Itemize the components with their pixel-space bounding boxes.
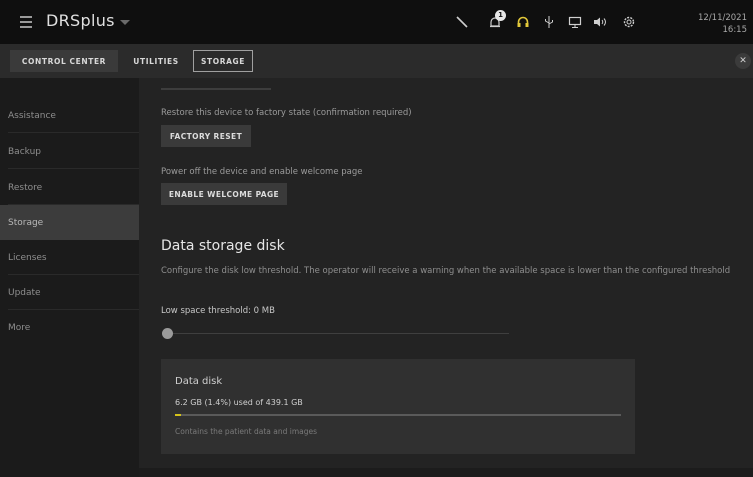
disk-usage-fill [175, 414, 182, 416]
divider [8, 132, 139, 133]
factory-reset-button[interactable]: FACTORY RESET [161, 125, 251, 147]
sidebar-item-label: More [8, 322, 31, 333]
monitor-icon[interactable] [566, 13, 584, 31]
chevron-down-icon[interactable] [120, 20, 130, 25]
threshold-label: Low space threshold: 0 MB [161, 306, 275, 316]
sidebar-item-label: Update [8, 287, 41, 298]
usb-icon[interactable] [541, 13, 557, 31]
sidebar-item-backup[interactable]: Backup [0, 134, 139, 169]
close-icon[interactable]: ✕ [735, 53, 751, 69]
date-text: 12/11/2021 [698, 13, 747, 23]
tab-bar: CONTROL CENTER UTILITIES STORAGE ✕ [0, 44, 753, 78]
disk-note: Contains the patient data and images [175, 427, 318, 436]
sidebar-item-licenses[interactable]: Licenses [0, 240, 139, 275]
sidebar-item-restore[interactable]: Restore [0, 170, 139, 205]
sidebar-item-more[interactable]: More [0, 310, 139, 345]
threshold-slider-thumb[interactable] [162, 328, 173, 339]
tab-control-center[interactable]: CONTROL CENTER [10, 50, 118, 72]
data-disk-card: Data disk 6.2 GB (1.4%) used of 439.1 GB… [161, 359, 635, 454]
factory-reset-description: Restore this device to factory state (co… [161, 108, 412, 118]
app-title: DRSplus [46, 11, 115, 30]
menu-icon[interactable] [20, 16, 32, 28]
sidebar-item-label: Backup [8, 146, 41, 157]
disk-title: Data disk [175, 376, 223, 387]
section-title: Data storage disk [161, 238, 285, 254]
sidebar-item-assistance[interactable]: Assistance [0, 98, 139, 133]
welcome-page-description: Power off the device and enable welcome … [161, 167, 363, 177]
datetime: 12/11/2021 16:15 [698, 12, 747, 36]
main-content: Restore this device to factory state (co… [139, 78, 753, 468]
speaker-icon[interactable] [591, 13, 609, 31]
tab-utilities[interactable]: UTILITIES [126, 50, 186, 72]
divider [8, 168, 139, 169]
top-bar: DRSplus 1 12/11/2021 16:15 [0, 0, 753, 44]
sidebar-item-update[interactable]: Update [0, 275, 139, 310]
sidebar: Assistance Backup Restore Storage Licens… [0, 78, 139, 477]
time-text: 16:15 [722, 25, 748, 35]
sidebar-item-storage[interactable]: Storage [0, 205, 139, 240]
threshold-slider[interactable] [167, 333, 509, 334]
sidebar-item-label: Storage [8, 217, 44, 228]
headset-icon[interactable] [514, 13, 532, 31]
section-description: Configure the disk low threshold. The op… [161, 266, 731, 276]
tab-storage[interactable]: STORAGE [193, 50, 253, 72]
divider [161, 88, 271, 90]
wand-icon[interactable] [453, 13, 471, 31]
gear-icon[interactable] [620, 13, 638, 31]
bell-icon[interactable]: 1 [485, 10, 506, 31]
disk-usage-text: 6.2 GB (1.4%) used of 439.1 GB [175, 398, 303, 407]
disk-usage-bar [175, 414, 621, 416]
notification-badge: 1 [495, 10, 506, 21]
sidebar-item-label: Licenses [8, 252, 47, 263]
sidebar-item-label: Assistance [8, 110, 56, 121]
enable-welcome-page-button[interactable]: ENABLE WELCOME PAGE [161, 183, 287, 205]
sidebar-item-label: Restore [8, 182, 43, 193]
